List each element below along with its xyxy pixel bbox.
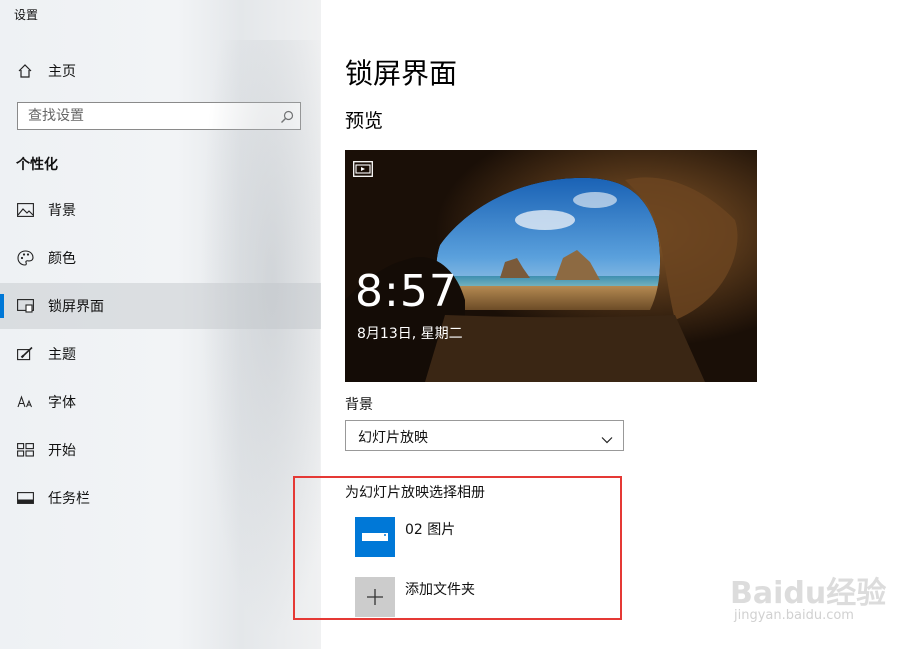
page-title: 锁屏界面: [345, 57, 458, 90]
sidebar-item-themes[interactable]: 主题: [0, 331, 321, 377]
sidebar-item-start[interactable]: 开始: [0, 427, 321, 473]
sidebar-item-label: 锁屏界面: [48, 299, 104, 315]
search-input[interactable]: [18, 103, 278, 129]
preview-date: 8月13日, 星期二: [357, 326, 463, 342]
sidebar-item-background[interactable]: 背景: [0, 187, 321, 233]
slideshow-icon: [353, 161, 373, 177]
background-dropdown[interactable]: 幻灯片放映: [345, 420, 624, 451]
add-folder-label: 添加文件夹: [405, 582, 475, 598]
search-icon[interactable]: [280, 109, 294, 123]
plus-icon: [355, 577, 395, 617]
background-label: 背景: [345, 397, 373, 413]
preview-clock: 8:57: [355, 266, 458, 317]
selection-indicator: [0, 294, 4, 318]
start-grid-icon: [16, 441, 34, 459]
home-nav-item[interactable]: 主页: [0, 52, 321, 90]
palette-icon: [16, 249, 34, 267]
font-icon: [16, 393, 34, 411]
window-title: 设置: [14, 8, 39, 22]
add-folder-button[interactable]: 添加文件夹: [355, 577, 615, 617]
album-section-label: 为幻灯片放映选择相册: [345, 485, 485, 501]
sidebar-item-label: 主题: [48, 347, 76, 363]
sidebar-item-lock-screen[interactable]: 锁屏界面: [0, 283, 321, 329]
sidebar-item-label: 背景: [48, 203, 76, 219]
sidebar-item-label: 颜色: [48, 251, 76, 267]
taskbar-icon: [16, 489, 34, 507]
theme-brush-icon: [16, 345, 34, 363]
watermark-url: jingyan.baidu.com: [734, 608, 854, 623]
sidebar-item-colors[interactable]: 颜色: [0, 235, 321, 281]
home-icon: [16, 62, 34, 80]
album-name: 02 图片: [405, 522, 456, 538]
preview-heading: 预览: [345, 110, 384, 132]
folder-tile-icon: [355, 517, 395, 557]
sidebar-item-label: 字体: [48, 395, 76, 411]
sidebar-item-fonts[interactable]: 字体: [0, 379, 321, 425]
picture-icon: [16, 201, 34, 219]
background-dropdown-value: 幻灯片放映: [358, 430, 428, 446]
chevron-down-icon: [601, 430, 613, 444]
sidebar-item-label: 开始: [48, 443, 76, 459]
home-label: 主页: [48, 64, 76, 80]
search-box[interactable]: [17, 102, 301, 130]
sidebar-item-taskbar[interactable]: 任务栏: [0, 475, 321, 521]
album-item[interactable]: 02 图片: [355, 517, 615, 557]
watermark-logo: Baidu经验: [730, 576, 887, 611]
section-title-personalization: 个性化: [16, 157, 58, 173]
baidu-watermark: Baidu经验 jingyan.baidu.com: [730, 568, 890, 638]
sidebar: 设置 主页 个性化 背景 颜色 锁屏界面 主题: [0, 0, 321, 649]
lock-screen-icon: [16, 297, 34, 315]
lock-screen-preview: 8:57 8月13日, 星期二: [345, 150, 757, 382]
sidebar-item-label: 任务栏: [48, 491, 90, 507]
